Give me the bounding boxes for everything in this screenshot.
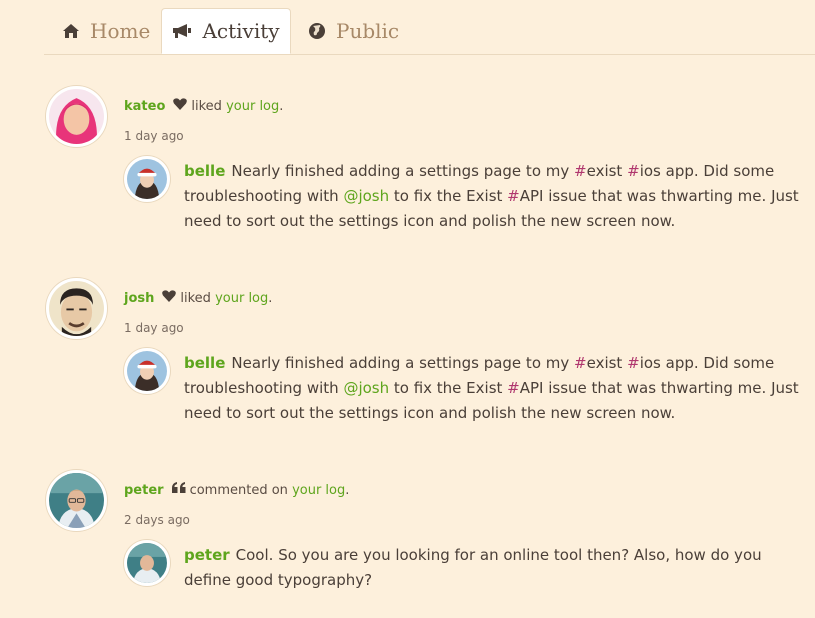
avatar[interactable] xyxy=(46,86,107,147)
username-link[interactable]: josh xyxy=(124,291,154,306)
action-text: commented on xyxy=(189,482,288,498)
log-author-link[interactable]: belle xyxy=(184,354,225,372)
feed-item: josh liked your log. 1 day ago belle Near… xyxy=(46,278,806,448)
avatar[interactable] xyxy=(124,156,170,202)
mention-link[interactable]: @josh xyxy=(343,187,389,205)
action-text: liked xyxy=(191,98,222,114)
hashtag-symbol: # xyxy=(574,354,587,372)
comment-body: Cool. So you are you looking for an onli… xyxy=(184,546,762,589)
avatar[interactable] xyxy=(46,278,107,339)
activity-line: peter commented on your log. xyxy=(124,482,349,498)
tab-home-label: Home xyxy=(90,18,151,43)
hashtag-symbol: # xyxy=(627,162,640,180)
timestamp: 1 day ago xyxy=(124,129,184,143)
avatar[interactable] xyxy=(46,470,107,531)
hashtag-text: ios xyxy=(639,354,661,372)
hashtag-text: exist xyxy=(586,162,623,180)
hashtag-link[interactable]: #exist xyxy=(574,162,622,180)
tab-activity[interactable]: Activity xyxy=(161,8,291,54)
hashtag-symbol: # xyxy=(507,187,520,205)
log-text: belle Nearly finished adding a settings p… xyxy=(184,159,799,234)
feed-item: peter commented on your log. 2 days ago … xyxy=(46,470,806,610)
hashtag-link[interactable]: #ios xyxy=(627,162,661,180)
globe-icon xyxy=(308,22,326,40)
quote-icon xyxy=(171,482,186,498)
action-period: . xyxy=(279,98,284,114)
hashtag-text: API xyxy=(519,379,544,397)
action-text: liked xyxy=(180,290,211,306)
log-text-part: to fix the Exist xyxy=(389,187,508,205)
timestamp: 1 day ago xyxy=(124,321,184,335)
tab-activity-label: Activity xyxy=(202,19,280,43)
comment-text: peter Cool. So you are you looking for an… xyxy=(184,543,799,593)
megaphone-icon xyxy=(172,23,192,39)
log-text-part: Nearly finished adding a settings page t… xyxy=(231,354,575,372)
comment-author-link[interactable]: peter xyxy=(184,546,230,564)
heart-icon xyxy=(173,98,188,114)
log-text: belle Nearly finished adding a settings p… xyxy=(184,351,799,426)
log-text-part: Nearly finished adding a settings page t… xyxy=(231,162,575,180)
hashtag-symbol: # xyxy=(627,354,640,372)
hashtag-link[interactable]: #API xyxy=(507,187,543,205)
avatar[interactable] xyxy=(124,348,170,394)
your-log-link[interactable]: your log xyxy=(292,483,345,498)
activity-line: josh liked your log. xyxy=(124,290,272,306)
home-icon xyxy=(62,23,80,39)
avatar[interactable] xyxy=(124,540,170,586)
tab-home[interactable]: Home xyxy=(62,8,150,53)
hashtag-link[interactable]: #API xyxy=(507,379,543,397)
hashtag-text: ios xyxy=(639,162,661,180)
action-period: . xyxy=(345,482,350,498)
hashtag-text: exist xyxy=(586,354,623,372)
nav-tabs: Home Activity Public xyxy=(44,0,815,55)
heart-icon xyxy=(162,290,177,306)
log-text-part: to fix the Exist xyxy=(389,379,508,397)
activity-line: kateo liked your log. xyxy=(124,98,283,114)
hashtag-symbol: # xyxy=(574,162,587,180)
hashtag-link[interactable]: #exist xyxy=(574,354,622,372)
log-author-link[interactable]: belle xyxy=(184,162,225,180)
timestamp: 2 days ago xyxy=(124,513,190,527)
hashtag-link[interactable]: #ios xyxy=(627,354,661,372)
action-period: . xyxy=(268,290,273,306)
tab-public[interactable]: Public xyxy=(308,8,399,53)
username-link[interactable]: peter xyxy=(124,483,164,498)
your-log-link[interactable]: your log xyxy=(226,99,279,114)
feed-item: kateo liked your log. 1 day ago belle Nea… xyxy=(46,86,806,256)
hashtag-symbol: # xyxy=(507,379,520,397)
hashtag-text: API xyxy=(519,187,544,205)
your-log-link[interactable]: your log xyxy=(215,291,268,306)
username-link[interactable]: kateo xyxy=(124,99,165,114)
mention-link[interactable]: @josh xyxy=(343,379,389,397)
tab-public-label: Public xyxy=(336,18,400,43)
